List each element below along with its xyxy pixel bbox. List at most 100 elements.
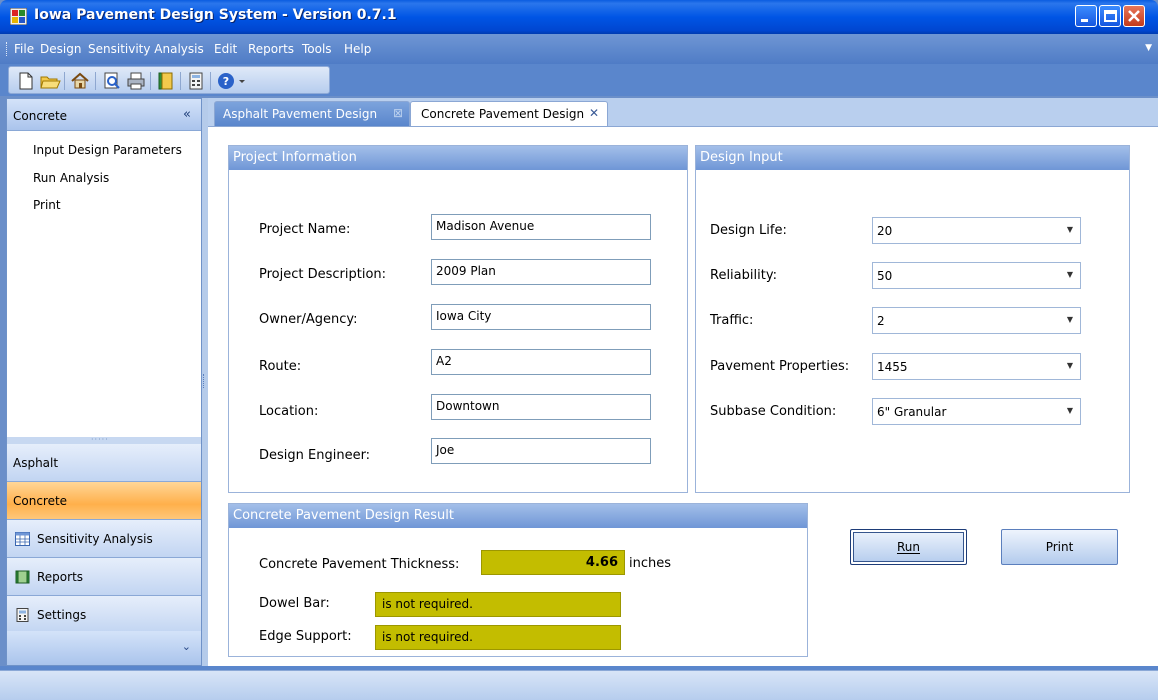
group-header: Project Information (229, 146, 687, 170)
project-name-label: Project Name: (259, 222, 351, 237)
link-input-design-parameters[interactable]: Input Design Parameters (33, 143, 182, 157)
nav-reports[interactable]: Reports (7, 558, 201, 596)
route-field[interactable]: A2 (431, 349, 651, 375)
minimize-button[interactable] (1075, 5, 1097, 27)
design-result-group: Concrete Pavement Design Result Concrete… (228, 503, 808, 657)
settings-icon (16, 608, 29, 622)
location-field[interactable]: Downtown (431, 394, 651, 420)
new-icon[interactable] (15, 70, 37, 92)
project-description-label: Project Description: (259, 267, 387, 282)
print-button[interactable]: Print (1001, 529, 1118, 565)
toolbar-separator (150, 72, 151, 90)
nav-asphalt[interactable]: Asphalt (7, 444, 201, 482)
menu-reports[interactable]: Reports (248, 42, 294, 56)
book-icon[interactable] (155, 70, 177, 92)
select-value: 6" Granular (877, 405, 947, 419)
menu-sensitivity-analysis[interactable]: Sensitivity Analysis (88, 42, 204, 56)
toolbar: ? (0, 64, 1158, 96)
nav-overflow: ⌄ (7, 631, 201, 665)
nav-sensitivity-analysis-label: Sensitivity Analysis (37, 532, 153, 546)
help-icon[interactable]: ? (215, 70, 237, 92)
nav-pane-header: Concrete « (7, 99, 201, 131)
owner-agency-field[interactable]: Iowa City (431, 304, 651, 330)
design-life-select[interactable]: 20 ▼ (872, 217, 1081, 244)
menu-help[interactable]: Help (344, 42, 371, 56)
menu-bar: File Design Sensitivity Analysis Edit Re… (0, 34, 1158, 64)
pavement-properties-select[interactable]: 1455 ▼ (872, 353, 1081, 380)
tab-asphalt-pavement-design[interactable]: Asphalt Pavement Design ⊠ (214, 101, 410, 126)
nav-sensitivity-analysis[interactable]: Sensitivity Analysis (7, 520, 201, 558)
design-engineer-field[interactable]: Joe (431, 438, 651, 464)
group-title: Concrete Pavement Design Result (233, 508, 454, 523)
nav-pane-title: Concrete (13, 109, 68, 123)
close-button[interactable] (1123, 5, 1145, 27)
edge-support-label: Edge Support: (259, 629, 352, 644)
nav-pane-splitter[interactable]: ····· (7, 435, 201, 444)
chevron-down-icon[interactable]: ⌄ (182, 640, 191, 653)
project-information-group: Project Information Project Name: Madiso… (228, 145, 688, 493)
field-value: Madison Avenue (436, 219, 535, 233)
navigation-pane: Concrete « Input Design Parameters Run A… (6, 98, 202, 666)
close-tab-icon[interactable]: ⊠ (393, 106, 403, 120)
traffic-select[interactable]: 2 ▼ (872, 307, 1081, 334)
dowel-bar-value: is not required. (382, 597, 473, 611)
dropdown-arrow-icon: ▼ (1066, 361, 1073, 370)
dropdown-arrow-icon: ▼ (1066, 270, 1073, 279)
run-button[interactable]: Run (850, 529, 967, 565)
nav-concrete-label: Concrete (13, 494, 68, 508)
minimize-icon (1081, 19, 1088, 22)
collapse-pane-icon[interactable]: « (183, 107, 191, 122)
close-tab-icon[interactable]: ✕ (589, 106, 599, 120)
tab-concrete-pavement-design[interactable]: Concrete Pavement Design ✕ (410, 101, 608, 127)
subbase-condition-label: Subbase Condition: (710, 404, 837, 419)
dropdown-arrow-icon: ▼ (1066, 406, 1073, 415)
field-value: Iowa City (436, 309, 492, 323)
nav-settings[interactable]: Settings (7, 596, 201, 634)
tab-label: Concrete Pavement Design (421, 107, 585, 121)
select-value: 20 (877, 224, 893, 238)
menu-file[interactable]: File (14, 42, 34, 56)
help-dropdown-icon[interactable] (237, 70, 247, 92)
menu-overflow-icon[interactable]: ▼ (1145, 43, 1152, 53)
nav-concrete[interactable]: Concrete (7, 482, 201, 520)
print-preview-icon[interactable] (101, 70, 123, 92)
nav-asphalt-label: Asphalt (13, 456, 59, 470)
open-icon[interactable] (39, 70, 61, 92)
group-header: Concrete Pavement Design Result (229, 504, 807, 528)
subbase-condition-select[interactable]: 6" Granular ▼ (872, 398, 1081, 425)
menu-tools[interactable]: Tools (302, 42, 332, 56)
menu-grip (6, 42, 8, 56)
link-print[interactable]: Print (33, 198, 61, 212)
svg-text:?: ? (223, 75, 229, 88)
print-icon[interactable] (125, 70, 147, 92)
calculator-icon[interactable] (185, 70, 207, 92)
thickness-unit: inches (629, 556, 672, 571)
status-bar (0, 670, 1158, 700)
location-label: Location: (259, 404, 319, 419)
field-value: 2009 Plan (436, 264, 496, 278)
table-icon (15, 532, 30, 546)
dowel-bar-label: Dowel Bar: (259, 596, 330, 611)
reliability-select[interactable]: 50 ▼ (872, 262, 1081, 289)
toolbar-separator (210, 72, 211, 90)
document-tab-strip: Asphalt Pavement Design ⊠ Concrete Pavem… (208, 98, 1158, 127)
menu-edit[interactable]: Edit (214, 42, 237, 56)
project-description-field[interactable]: 2009 Plan (431, 259, 651, 285)
group-title: Design Input (700, 150, 783, 165)
tab-label: Asphalt Pavement Design (223, 107, 378, 121)
title-bar: Iowa Pavement Design System - Version 0.… (0, 0, 1158, 34)
close-icon (1128, 10, 1140, 22)
menu-design[interactable]: Design (40, 42, 81, 56)
thickness-value-box: 4.66 (481, 550, 625, 575)
thickness-label: Concrete Pavement Thickness: (259, 557, 460, 572)
project-name-field[interactable]: Madison Avenue (431, 214, 651, 240)
reliability-label: Reliability: (710, 268, 777, 283)
design-engineer-label: Design Engineer: (259, 448, 371, 463)
group-title: Project Information (233, 150, 357, 165)
toolbar-separator (180, 72, 181, 90)
reports-icon (15, 570, 30, 584)
maximize-button[interactable] (1099, 5, 1121, 27)
link-run-analysis[interactable]: Run Analysis (33, 171, 109, 185)
home-icon[interactable] (69, 70, 91, 92)
select-value: 50 (877, 269, 893, 283)
